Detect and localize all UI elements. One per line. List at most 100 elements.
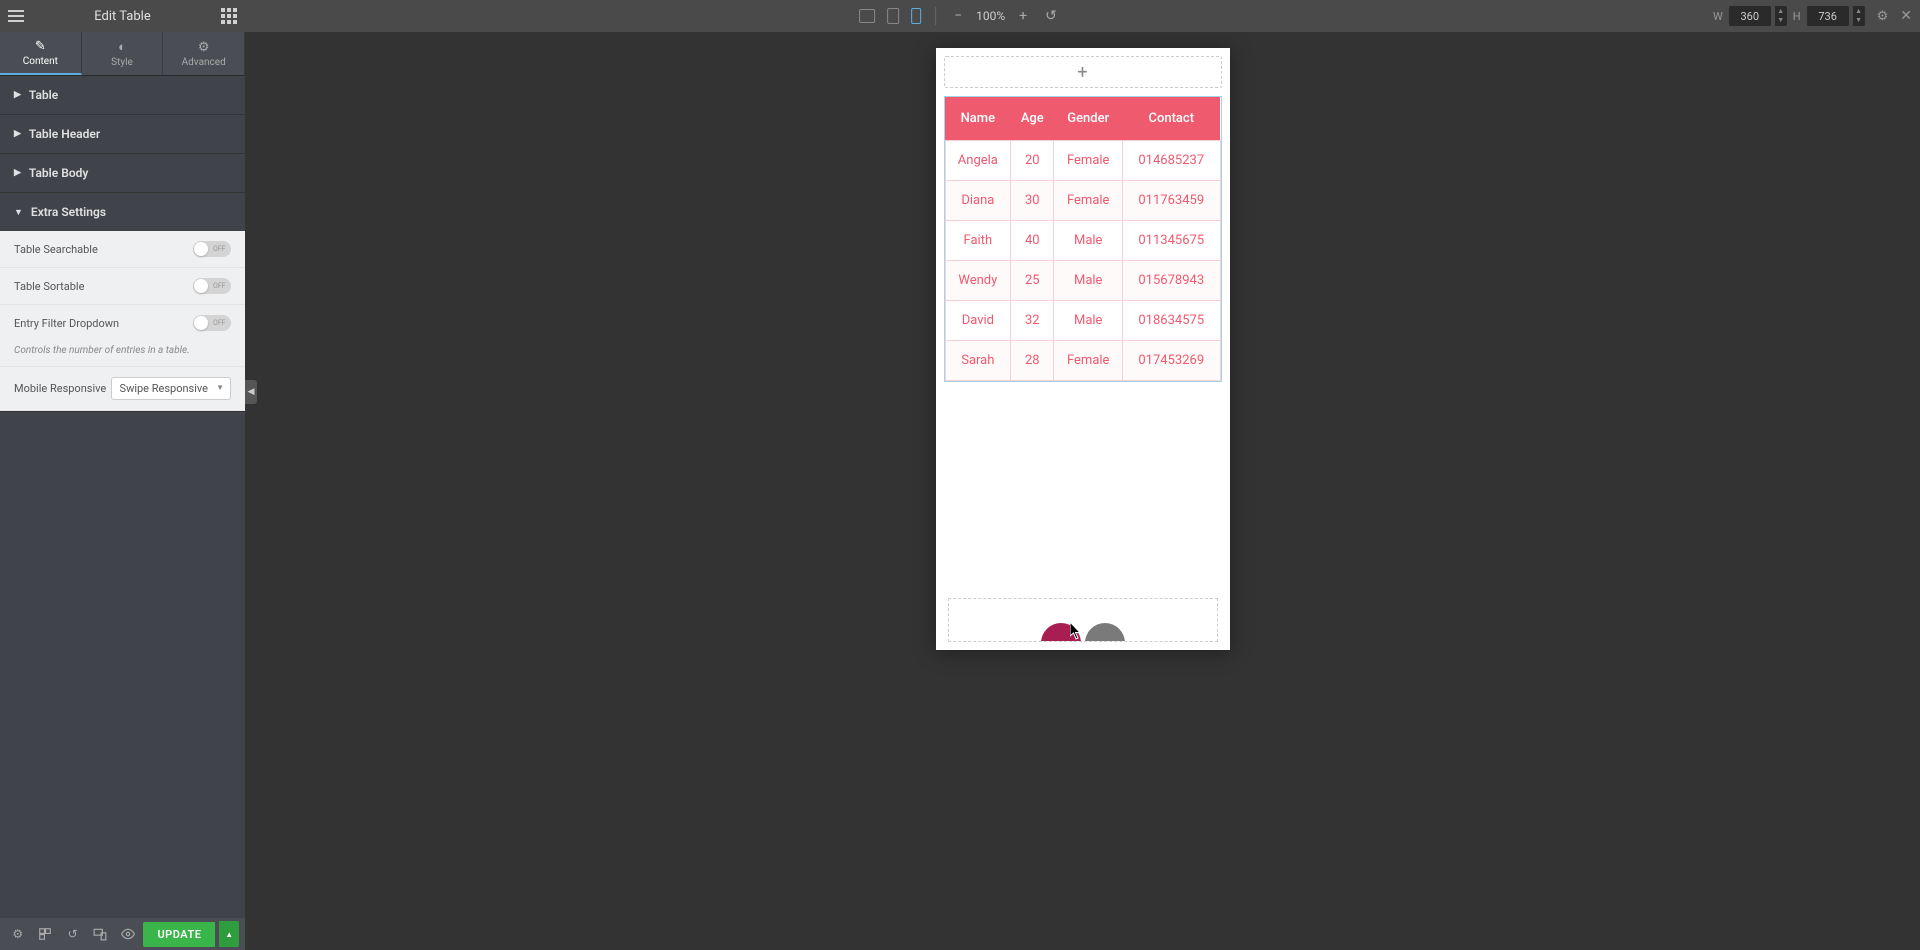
sidebar-panel: ✎ Content ◐ Style ⚙ Advanced ▶ Table ▶ T… — [0, 32, 245, 918]
table-cell: 40 — [1011, 221, 1054, 261]
footer-settings-icon[interactable]: ⚙ — [6, 922, 29, 946]
table-cell: 015678943 — [1123, 261, 1220, 301]
mobile-responsive-label: Mobile Responsive — [14, 382, 106, 395]
placeholder-dot-gray — [1085, 623, 1125, 642]
table-cell: Sarah — [945, 341, 1011, 381]
searchable-toggle[interactable]: OFF — [193, 241, 231, 257]
table-cell: Female — [1054, 181, 1123, 221]
canvas-area: + Name Age Gender Contact Angela20Female… — [245, 32, 1920, 950]
table-row: Diana30Female011763459 — [945, 181, 1220, 221]
caret-right-icon: ▶ — [14, 129, 21, 139]
table-header-cell: Contact — [1123, 97, 1220, 141]
table-cell: 011763459 — [1123, 181, 1220, 221]
section-table[interactable]: ▶ Table — [0, 76, 245, 114]
top-header: Edit Table − 100% + ↺ W ▲▼ H ▲▼ ⚙ ✕ — [0, 0, 1920, 32]
tab-style-label: Style — [111, 57, 133, 68]
panel-title: Edit Table — [32, 9, 213, 24]
undo-icon[interactable]: ↺ — [1041, 8, 1061, 24]
table-cell: Faith — [945, 221, 1011, 261]
section-table-body-label: Table Body — [29, 166, 88, 180]
entry-filter-toggle[interactable]: OFF — [193, 315, 231, 331]
apps-icon[interactable] — [213, 0, 245, 32]
table-row: Sarah28Female017453269 — [945, 341, 1220, 381]
mobile-responsive-select[interactable]: Swipe Responsive — [111, 377, 231, 400]
tab-content-label: Content — [23, 56, 58, 67]
caret-right-icon: ▶ — [14, 168, 21, 178]
collapse-sidebar-handle[interactable]: ◀ — [245, 380, 257, 404]
device-frame: + Name Age Gender Contact Angela20Female… — [936, 48, 1230, 650]
table-cell: Male — [1054, 301, 1123, 341]
table-cell: Wendy — [945, 261, 1011, 301]
table-header-cell: Age — [1011, 97, 1054, 141]
menu-icon[interactable] — [0, 0, 32, 32]
gear-icon: ⚙ — [198, 40, 210, 55]
footer-history-icon[interactable]: ↺ — [61, 922, 84, 946]
table-cell: 28 — [1011, 341, 1054, 381]
add-section-button[interactable]: + — [944, 56, 1222, 88]
table-header-cell: Gender — [1054, 97, 1123, 141]
caret-down-icon: ▼ — [14, 207, 23, 218]
table-cell: 25 — [1011, 261, 1054, 301]
table-cell: 014685237 — [1123, 141, 1220, 181]
update-dropdown[interactable]: ▲ — [219, 921, 239, 947]
sortable-label: Table Sortable — [14, 280, 84, 293]
section-table-label: Table — [29, 88, 58, 102]
table-cell: Female — [1054, 141, 1123, 181]
table-header-row: Name Age Gender Contact — [945, 97, 1220, 141]
table-row: David32Male018634575 — [945, 301, 1220, 341]
table-row: Faith40Male011345675 — [945, 221, 1220, 261]
bottom-bar: ⚙ ↺ UPDATE ▲ — [0, 918, 245, 950]
section-table-header[interactable]: ▶ Table Header — [0, 115, 245, 153]
bottom-placeholder[interactable] — [948, 598, 1218, 642]
table-cell: 011345675 — [1123, 221, 1220, 261]
footer-navigator-icon[interactable] — [33, 922, 56, 946]
table-widget[interactable]: Name Age Gender Contact Angela20Female01… — [944, 96, 1222, 382]
data-table: Name Age Gender Contact Angela20Female01… — [945, 97, 1221, 381]
table-row: Wendy25Male015678943 — [945, 261, 1220, 301]
table-cell: 20 — [1011, 141, 1054, 181]
section-table-body[interactable]: ▶ Table Body — [0, 154, 245, 192]
table-cell: Angela — [945, 141, 1011, 181]
table-cell: 30 — [1011, 181, 1054, 221]
section-table-header-label: Table Header — [29, 127, 100, 141]
width-input[interactable] — [1729, 6, 1771, 26]
tab-style[interactable]: ◐ Style — [82, 32, 164, 75]
mobile-icon[interactable] — [911, 8, 921, 24]
section-extra-settings-label: Extra Settings — [31, 205, 106, 219]
caret-right-icon: ▶ — [14, 90, 21, 100]
width-label: W — [1713, 10, 1723, 23]
update-button[interactable]: UPDATE — [143, 922, 215, 947]
close-icon[interactable]: ✕ — [1900, 8, 1912, 24]
sortable-toggle[interactable]: OFF — [193, 278, 231, 294]
footer-responsive-icon[interactable] — [88, 922, 111, 946]
table-cell: David — [945, 301, 1011, 341]
table-row: Angela20Female014685237 — [945, 141, 1220, 181]
zoom-out-button[interactable]: − — [950, 8, 966, 24]
pencil-icon: ✎ — [35, 39, 46, 54]
zoom-in-button[interactable]: + — [1015, 8, 1031, 24]
table-cell: Male — [1054, 221, 1123, 261]
width-spinner[interactable]: ▲▼ — [1775, 6, 1787, 26]
desktop-icon[interactable] — [859, 9, 875, 23]
height-spinner[interactable]: ▲▼ — [1853, 6, 1865, 26]
divider — [935, 7, 936, 25]
zoom-value: 100% — [976, 9, 1005, 23]
footer-preview-icon[interactable] — [116, 922, 139, 946]
entry-filter-hint: Controls the number of entries in a tabl… — [0, 341, 245, 367]
tab-advanced[interactable]: ⚙ Advanced — [163, 32, 245, 75]
section-extra-settings[interactable]: ▼ Extra Settings — [0, 193, 245, 231]
tab-advanced-label: Advanced — [182, 57, 226, 68]
settings-icon[interactable]: ⚙ — [1877, 9, 1889, 24]
table-cell: Female — [1054, 341, 1123, 381]
height-label: H — [1793, 10, 1801, 23]
table-cell: 018634575 — [1123, 301, 1220, 341]
searchable-label: Table Searchable — [14, 243, 98, 256]
entry-filter-label: Entry Filter Dropdown — [14, 317, 119, 330]
table-cell: 017453269 — [1123, 341, 1220, 381]
table-header-cell: Name — [945, 97, 1011, 141]
height-input[interactable] — [1807, 6, 1849, 26]
table-cell: Diana — [945, 181, 1011, 221]
contrast-icon: ◐ — [118, 39, 126, 55]
tablet-icon[interactable] — [887, 8, 899, 24]
tab-content[interactable]: ✎ Content — [0, 32, 82, 75]
